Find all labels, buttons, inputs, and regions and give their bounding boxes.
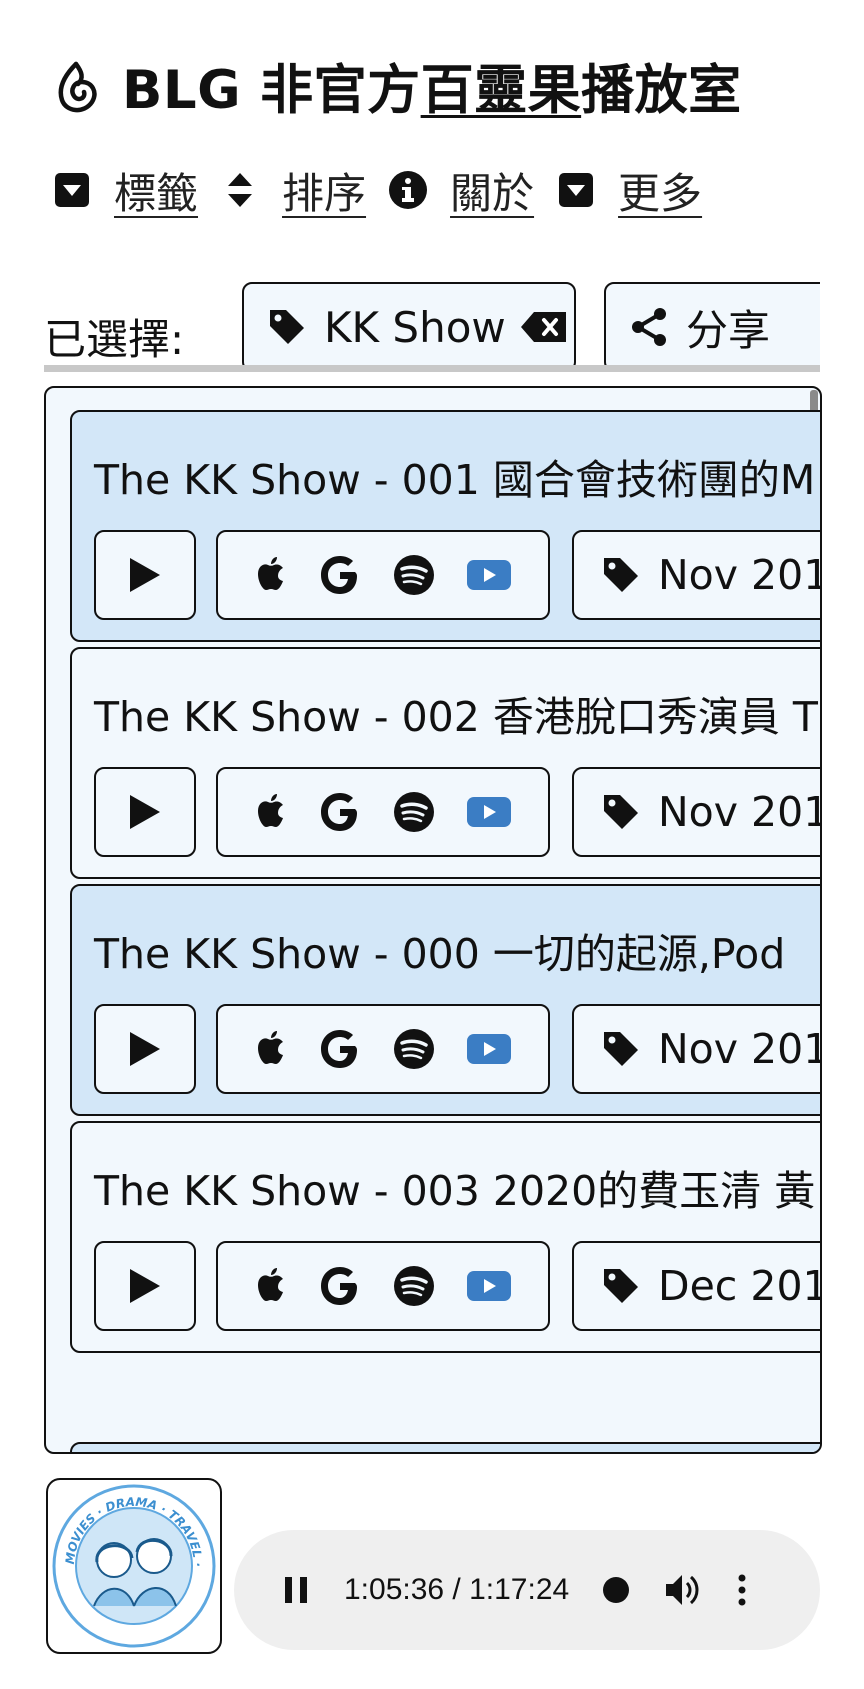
share-icon — [630, 307, 668, 347]
title-prefix: BLG 非官方 — [122, 60, 421, 121]
tag-chip-kk-show[interactable]: KK Show — [242, 282, 576, 365]
episode-card[interactable]: The KK Show - 000 一切的起源,Pod Nov 201 — [70, 884, 822, 1116]
episode-date: Nov 201 — [658, 1025, 822, 1073]
pause-button[interactable] — [276, 1570, 316, 1610]
audio-player: 1:05:36 / 1:17:24 — [234, 1530, 820, 1650]
google-icon[interactable] — [319, 791, 361, 833]
episode-date: Nov 201 — [658, 551, 822, 599]
pause-icon — [285, 1577, 307, 1603]
nav-item-about[interactable]: 關於 — [388, 160, 534, 221]
world-news-cover-image: WORLD NEWS · MOVIES · DRAMA · TRAVEL · I… — [50, 1482, 216, 1648]
play-icon — [128, 793, 162, 831]
backspace-icon[interactable] — [520, 311, 568, 343]
spotify-icon[interactable] — [393, 554, 435, 596]
playback-time: 1:05:36 / 1:17:24 — [344, 1573, 570, 1606]
google-icon[interactable] — [319, 554, 361, 596]
platform-links — [216, 1004, 550, 1094]
apple-icon[interactable] — [254, 1267, 288, 1305]
tag-icon — [268, 308, 306, 346]
play-icon — [128, 556, 162, 594]
title-suffix: 播放室 — [581, 60, 742, 121]
episode-card-partial[interactable] — [70, 1442, 820, 1452]
episode-list[interactable]: The KK Show - 001 國合會技術團的M Nov 201 The KK … — [44, 386, 822, 1454]
play-icon — [128, 1267, 162, 1305]
apple-icon[interactable] — [254, 793, 288, 831]
nav-label-about: 關於 — [450, 168, 535, 218]
nav-label-tags: 標籤 — [114, 168, 199, 218]
tag-chip-label: KK Show — [324, 302, 506, 352]
episode-card[interactable]: The KK Show - 003 2020的費玉清 黃 Dec 201 — [70, 1121, 822, 1353]
play-button[interactable] — [94, 530, 196, 620]
play-button[interactable] — [94, 767, 196, 857]
apple-icon[interactable] — [254, 556, 288, 594]
caret-down-square-icon — [52, 170, 92, 210]
spotify-icon[interactable] — [393, 1028, 435, 1070]
podcast-cover-art: WORLD NEWS · MOVIES · DRAMA · TRAVEL · I… — [46, 1478, 222, 1654]
episode-date: Nov 201 — [658, 788, 822, 836]
platform-links — [216, 767, 550, 857]
sort-icon — [220, 170, 260, 210]
selected-tags-bar[interactable]: 已選擇: KK Show 分享 — [44, 280, 820, 372]
episode-date-tag[interactable]: Nov 201 — [572, 530, 822, 620]
episode-title[interactable]: The KK Show - 000 一切的起源,Pod — [94, 920, 785, 980]
tag-icon — [602, 556, 640, 594]
tag-icon — [602, 1030, 640, 1068]
episode-date-tag[interactable]: Dec 201 — [572, 1241, 822, 1331]
spotify-icon[interactable] — [393, 791, 435, 833]
play-button[interactable] — [94, 1004, 196, 1094]
seek-handle[interactable] — [603, 1577, 630, 1603]
share-button[interactable]: 分享 — [604, 282, 820, 365]
nav-label-sort: 排序 — [282, 168, 367, 218]
episode-title[interactable]: The KK Show - 003 2020的費玉清 黃 — [94, 1157, 815, 1217]
site-header: BLG 非官方百靈果播放室 — [54, 56, 742, 121]
spotify-icon[interactable] — [393, 1265, 435, 1307]
episode-card[interactable]: The KK Show - 001 國合會技術團的M Nov 201 — [70, 410, 822, 642]
youtube-icon[interactable] — [466, 1032, 512, 1066]
nav-item-more[interactable]: 更多 — [556, 160, 702, 221]
tag-icon — [602, 1267, 640, 1305]
youtube-icon[interactable] — [466, 558, 512, 592]
episode-title[interactable]: The KK Show - 001 國合會技術團的M — [94, 446, 815, 506]
apple-icon[interactable] — [254, 1030, 288, 1068]
nav-label-more: 更多 — [618, 168, 703, 218]
nav-item-sort[interactable]: 排序 — [220, 160, 366, 221]
episode-title[interactable]: The KK Show - 002 香港脫口秀演員 T — [94, 683, 818, 743]
swirl-logo-icon — [58, 61, 97, 113]
more-vertical-icon — [738, 1574, 746, 1606]
page-title: BLG 非官方百靈果播放室 — [122, 48, 742, 124]
youtube-icon[interactable] — [466, 795, 512, 829]
player-options-button[interactable] — [737, 1574, 747, 1606]
caret-down-square-icon — [556, 170, 596, 210]
tag-icon — [602, 793, 640, 831]
google-icon[interactable] — [319, 1028, 361, 1070]
nav-bar: 標籤 排序 關於 更多 — [52, 160, 724, 220]
episode-date: Dec 201 — [658, 1262, 822, 1310]
volume-button[interactable] — [665, 1573, 701, 1607]
nav-item-tags[interactable]: 標籤 — [52, 160, 198, 221]
episode-date-tag[interactable]: Nov 201 — [572, 767, 822, 857]
platform-links — [216, 530, 550, 620]
volume-icon — [666, 1575, 699, 1605]
episode-card[interactable]: The KK Show - 002 香港脫口秀演員 T Nov 201 — [70, 647, 822, 879]
play-button[interactable] — [94, 1241, 196, 1331]
google-icon[interactable] — [319, 1265, 361, 1307]
info-circle-icon — [388, 170, 428, 210]
episode-date-tag[interactable]: Nov 201 — [572, 1004, 822, 1094]
platform-links — [216, 1241, 550, 1331]
selected-label: 已選擇: — [44, 315, 185, 364]
youtube-icon[interactable] — [466, 1269, 512, 1303]
play-icon — [128, 1030, 162, 1068]
title-link[interactable]: 百靈果 — [421, 60, 582, 121]
share-label: 分享 — [686, 305, 771, 355]
